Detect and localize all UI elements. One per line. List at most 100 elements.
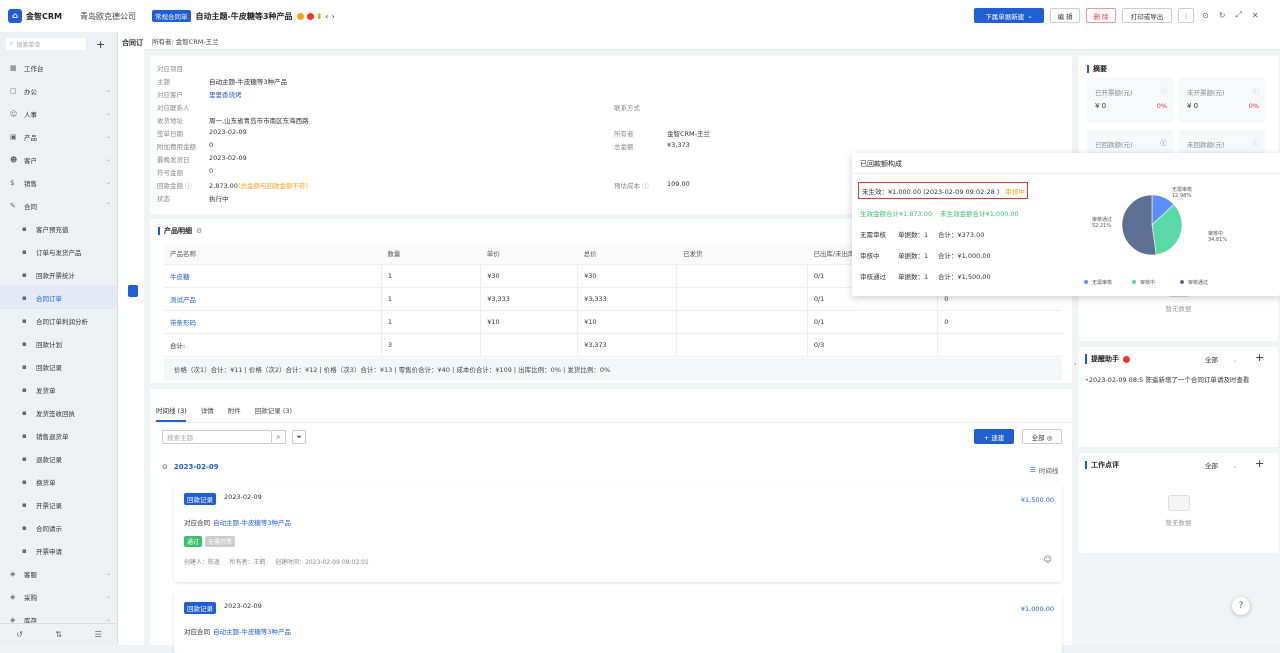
contract-link[interactable]: 自动主题-牛皮糖等3种产品 — [213, 519, 291, 527]
list-button[interactable] — [128, 285, 138, 297]
reminder-item[interactable]: •2023-02-09 08:5 陈遥新增了一个合同订单请及时查看 — [1085, 374, 1275, 384]
sidebar-item-6[interactable]: ✎ 合同 ⌃ — [0, 194, 117, 217]
sidebar-item-1[interactable]: ▢ 办公 ⌄ — [0, 79, 117, 102]
sidebar-item-3[interactable]: ▣ 产品 ⌄ — [0, 125, 117, 148]
summary-box: 已开票额(元) ¥ 0 0% ⓘ — [1087, 78, 1173, 122]
sidebar-subitem-10[interactable]: ▪ 退款记录 — [0, 447, 117, 470]
next-icon[interactable]: › — [331, 12, 334, 21]
sidebar-subitem-0[interactable]: ▪ 客户预充值 — [0, 217, 117, 240]
reminder-title: 提醒助手 — [1085, 354, 1130, 364]
add-reminder-icon[interactable]: + — [1255, 351, 1264, 364]
pie-slice-2[interactable] — [1121, 194, 1157, 256]
sidebar-subitem-3[interactable]: ▪ 合同订单 — [0, 286, 117, 309]
sidebar-subitem-1[interactable]: ▪ 订单与发货产品 — [0, 240, 117, 263]
refresh-icon[interactable]: ↻ — [1219, 11, 1226, 20]
chevron-icon: ⌄ — [105, 616, 111, 623]
legend-label[interactable]: 审核中 — [1140, 279, 1155, 286]
star-icon[interactable] — [297, 12, 305, 20]
history-icon[interactable]: ↺ — [16, 630, 23, 639]
flag-icon[interactable]: ▮ — [317, 12, 321, 20]
info-icon[interactable]: ⓘ — [1253, 137, 1260, 147]
tab-2[interactable]: 附件 — [228, 405, 241, 415]
sidebar-subitem-2[interactable]: ▪ 回款开票统计 — [0, 263, 117, 286]
timeline-entry[interactable]: 回款记录 2023-02-09 ¥1,500.00 对应合同 自动主题-牛皮糖等3种产品… — [174, 484, 1062, 582]
summary-percent: 0% — [1248, 102, 1259, 110]
add-icon[interactable]: + — [96, 38, 105, 51]
collapse-icon[interactable]: ⊙ — [162, 463, 168, 471]
sidebar-item-5[interactable]: $ 销售 ⌄ — [0, 171, 117, 194]
menu-icon[interactable]: ☰ — [95, 630, 102, 639]
sidebar-after-item-0[interactable]: ◈ 客服 ⌄ — [0, 562, 117, 585]
user-icon: ☺ — [10, 109, 18, 118]
prev-icon[interactable]: ‹ — [325, 12, 328, 21]
menu-doc-icon: ▪ — [22, 270, 27, 279]
legend-label[interactable]: 无需审核 — [1092, 279, 1112, 286]
total-cell — [676, 333, 808, 357]
tab-0[interactable]: 时间线 (3) — [156, 405, 187, 415]
sidebar-subitem-4[interactable]: ▪ 合同订单利润分析 — [0, 309, 117, 332]
entry-status: 通过 无需开票 — [184, 536, 236, 547]
timeline-entry[interactable]: 回款记录 2023-02-09 ¥1,000.00 对应合同 自动主题-牛皮糖等3种产品 — [174, 593, 1062, 653]
delete-button[interactable]: 删 除 — [1086, 8, 1116, 23]
sidebar-subitem-11[interactable]: ▪ 换货单 — [0, 470, 117, 493]
tab-3[interactable]: 回款记录 (3) — [255, 405, 292, 415]
comment-icon[interactable]: ☺ — [1044, 555, 1052, 564]
sidebar-subitem-12[interactable]: ▪ 开票记录 — [0, 493, 117, 516]
product-name-link[interactable]: 测试产品 — [164, 287, 382, 311]
product-icon: ▣ — [10, 132, 17, 141]
timeline-search-input[interactable]: 搜索主题 — [162, 430, 272, 444]
field-label: 回款金额 ⓘ — [157, 182, 192, 190]
info-icon[interactable]: ⓘ — [1253, 85, 1260, 95]
quick-new-button[interactable]: + 速建 — [974, 429, 1014, 444]
legend-marker — [1084, 280, 1088, 284]
sub-doc-new-button[interactable]: 下属单据新建 ⌄ — [974, 8, 1044, 23]
sidebar-item-label: 办公 — [24, 87, 37, 96]
close-icon[interactable]: ✕ — [1252, 11, 1259, 20]
contract-type-tag: 常规合同单 — [152, 10, 191, 22]
column-header: 产品名称 — [164, 243, 382, 265]
more-button[interactable]: ⋮ — [1178, 8, 1194, 23]
reminder-filter[interactable]: 全部 ⌄ — [1205, 354, 1238, 364]
info-icon[interactable]: ⓘ — [1161, 137, 1168, 147]
menu-search-input[interactable]: ⌕ 搜索菜单 — [6, 38, 86, 50]
expand-icon[interactable]: ⤢ — [1235, 10, 1241, 20]
settings-icon[interactable]: ⊙ — [1202, 11, 1209, 20]
summary-label: 未回款额(元) — [1187, 141, 1225, 149]
menu-icon: ◈ — [10, 569, 16, 578]
search-icon[interactable]: ⌕ — [272, 430, 286, 444]
alert-icon[interactable] — [307, 12, 315, 20]
sidebar-subitem-6[interactable]: ▪ 回款记录 — [0, 355, 117, 378]
sidebar-subitem-7[interactable]: ▪ 发货单 — [0, 378, 117, 401]
sidebar-item-0[interactable]: ▦ 工作台 — [0, 56, 117, 79]
pin-icon[interactable]: ⇅ — [55, 630, 62, 639]
edit-button[interactable]: 编 辑 — [1050, 8, 1080, 23]
collapse-panel-icon[interactable]: › — [1074, 360, 1077, 368]
legend-label[interactable]: 审核通过 — [1188, 279, 1208, 286]
sidebar-item-2[interactable]: ☺ 人事 ⌄ — [0, 102, 117, 125]
sidebar-after-item-1[interactable]: ◈ 采购 ⌄ — [0, 585, 117, 608]
review-filter[interactable]: 全部 ⌄ — [1205, 460, 1238, 470]
tab-1[interactable]: 详情 — [201, 405, 214, 415]
help-icon[interactable]: ? — [1232, 597, 1250, 615]
print-export-button[interactable]: 打印或导出 — [1122, 8, 1172, 23]
settings-icon[interactable]: ⚙ — [196, 227, 202, 235]
filter-all-button[interactable]: 全部 ◎ — [1022, 429, 1062, 444]
contract-link[interactable]: 自动主题-牛皮糖等3种产品 — [213, 628, 291, 636]
info-icon[interactable]: ⓘ — [1161, 85, 1168, 95]
owner-line: 所有者: 金智CRM-王兰 — [152, 38, 219, 46]
product-name-link[interactable]: 带条形码 — [164, 310, 382, 334]
timeline-view-toggle[interactable]: ☰ 时间线 — [1030, 465, 1058, 475]
product-name-link[interactable]: 牛皮糖 — [164, 264, 382, 288]
sidebar-subitem-13[interactable]: ▪ 合同请示 — [0, 516, 117, 539]
sidebar-item-4[interactable]: ☻ 客户 ⌄ — [0, 148, 117, 171]
sidebar-subitem-5[interactable]: ▪ 回款计划 — [0, 332, 117, 355]
sidebar-subitem-14[interactable]: ▪ 开票申请 — [0, 539, 117, 562]
filter-icon[interactable]: ⏷ — [292, 430, 306, 444]
field-value[interactable]: 里里香烧烤 — [209, 89, 242, 99]
company-name[interactable]: 青岛欧克德公司 — [80, 11, 136, 22]
sidebar-subitem-9[interactable]: ▪ 销售退货单 — [0, 424, 117, 447]
sidebar-subitem-8[interactable]: ▪ 发货签收回执 — [0, 401, 117, 424]
legend-marker — [1180, 280, 1184, 284]
add-review-icon[interactable]: + — [1255, 457, 1264, 470]
timeline-date: 2023-02-09 — [173, 463, 219, 471]
